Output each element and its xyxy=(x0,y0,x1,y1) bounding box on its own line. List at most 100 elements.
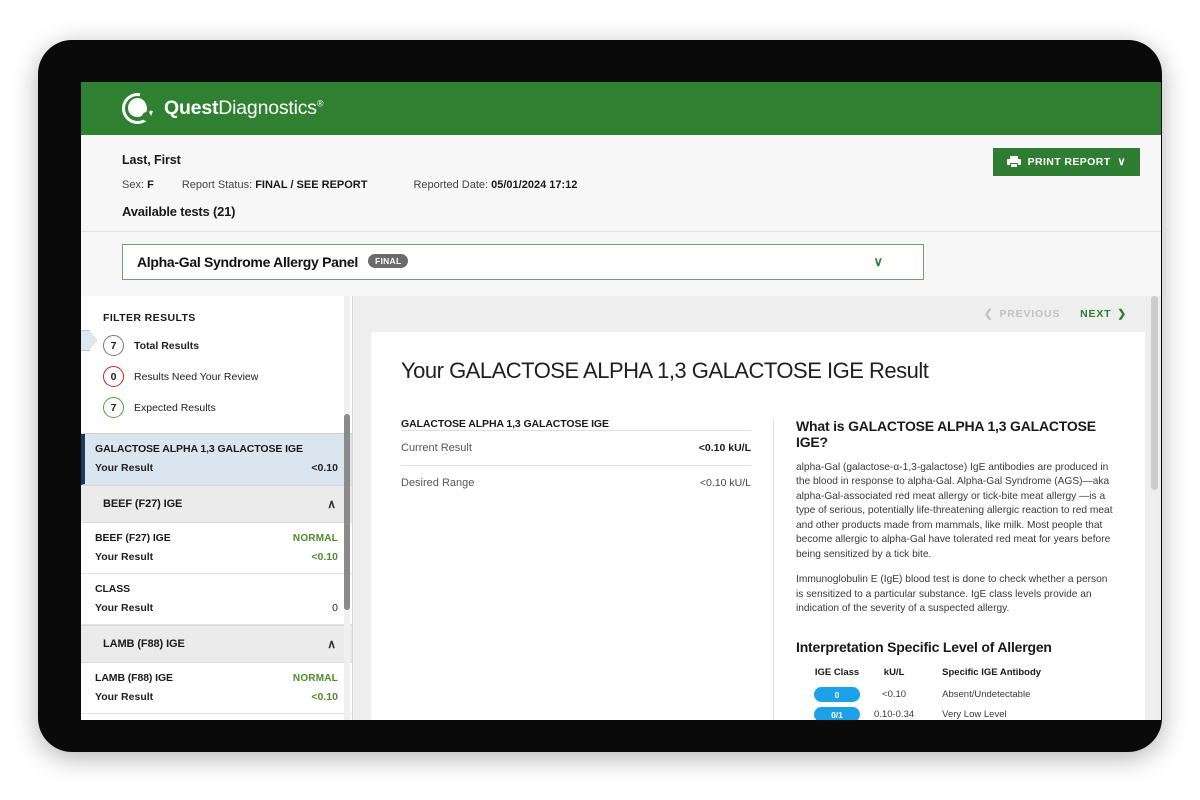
status-value: FINAL / SEE REPORT xyxy=(255,179,367,191)
col-kul: kU/L xyxy=(860,667,928,685)
ige-class-cell: 0/1 xyxy=(814,705,860,720)
reported-label: Reported Date: xyxy=(413,179,488,191)
filter-results-header: FILTER RESULTS xyxy=(81,296,352,330)
patient-sex: Sex: F xyxy=(122,179,154,191)
next-label: NEXT xyxy=(1080,308,1111,320)
body-columns: FILTER RESULTS 7 Total Results 0 Results… xyxy=(81,296,1161,720)
chevron-right-icon: ❯ xyxy=(1117,308,1127,320)
desired-range-row: Desired Range <0.10 kU/L xyxy=(401,465,751,500)
table-row: 0<0.10Absent/Undetectable xyxy=(814,685,1041,705)
row-label: Current Result xyxy=(401,442,472,454)
brand-trademark: ® xyxy=(317,99,323,109)
status-label: Report Status: xyxy=(182,179,252,191)
available-tests-label: Available tests (21) xyxy=(122,204,1120,219)
result-name: GALACTOSE ALPHA 1,3 GALACTOSE IGE xyxy=(95,443,338,455)
interpretation-heading: Interpretation Specific Level of Allerge… xyxy=(796,639,1115,655)
info-paragraph-1: alpha-Gal (galactose-α-1,3-galactose) Ig… xyxy=(796,461,1115,562)
quest-logo-icon xyxy=(122,93,153,124)
brand-header: QuestDiagnostics® xyxy=(81,82,1161,135)
class-badge: 0/1 xyxy=(814,707,860,720)
panel-status-badge: FINAL xyxy=(368,254,409,268)
chevron-down-icon: ∨ xyxy=(1118,157,1126,168)
row-value: <0.10 kU/L xyxy=(700,477,751,489)
result-info-column: What is GALACTOSE ALPHA 1,3 GALACTOSE IG… xyxy=(773,418,1115,720)
panel-select-title: Alpha-Gal Syndrome Allergy Panel xyxy=(137,254,358,270)
panel-select-dropdown[interactable]: Alpha-Gal Syndrome Allergy Panel FINAL ∨ xyxy=(122,244,924,280)
chevron-up-icon: ∧ xyxy=(327,497,336,511)
filter-count-badge: 7 xyxy=(103,335,124,356)
sidebar-result-lamb-class[interactable]: CLASS xyxy=(81,714,352,720)
sidebar-scrollbar-thumb[interactable] xyxy=(344,414,350,610)
sidebar-group-lamb[interactable]: LAMB (F88) IGE ∧ xyxy=(81,625,352,663)
sidebar-result-galactose[interactable]: GALACTOSE ALPHA 1,3 GALACTOSE IGE Your R… xyxy=(81,434,352,485)
patient-meta-strip: Last, First Sex: F Report Status: FINAL … xyxy=(81,135,1161,232)
brand-wordmark: QuestDiagnostics® xyxy=(164,97,323,120)
sidebar-group-beef[interactable]: BEEF (F27) IGE ∧ xyxy=(81,485,352,523)
table-row: 0/10.10-0.34Very Low Level xyxy=(814,705,1041,720)
info-heading: What is GALACTOSE ALPHA 1,3 GALACTOSE IG… xyxy=(796,418,1115,450)
result-value: <0.10 xyxy=(311,462,338,474)
kul-cell: 0.10-0.34 xyxy=(860,705,928,720)
filter-count-badge: 0 xyxy=(103,366,124,387)
panel-select-wrap: Alpha-Gal Syndrome Allergy Panel FINAL ∨ xyxy=(81,232,1161,296)
result-key: Your Result xyxy=(95,602,153,614)
sidebar-result-lamb[interactable]: LAMB (F88) IGE NORMAL Your Result <0.10 xyxy=(81,663,352,714)
filter-total-results[interactable]: 7 Total Results xyxy=(81,330,352,361)
reported-value: 05/01/2024 17:12 xyxy=(491,179,577,191)
device-bezel: QuestDiagnostics® Last, First Sex: F Rep… xyxy=(38,40,1162,752)
brand-name-light: Diagnostics xyxy=(218,97,317,119)
result-key: Your Result xyxy=(95,462,153,474)
col-antibody: Specific IGE Antibody xyxy=(928,667,1041,685)
results-sidebar: FILTER RESULTS 7 Total Results 0 Results… xyxy=(81,296,353,720)
patient-name: Last, First xyxy=(122,153,1120,167)
col-ige-class: IGE Class xyxy=(814,667,860,685)
row-value: <0.10 kU/L xyxy=(699,442,751,454)
antibody-cell: Very Low Level xyxy=(928,705,1041,720)
filter-label: Expected Results xyxy=(134,402,216,414)
print-report-label: PRINT REPORT xyxy=(1028,156,1111,168)
row-label: Desired Range xyxy=(401,477,474,489)
pagination-controls: ❮ PREVIOUS NEXT ❯ xyxy=(371,296,1145,332)
sidebar-result-beef-class[interactable]: CLASS Your Result 0 xyxy=(81,574,352,625)
class-badge: 0 xyxy=(814,687,860,702)
result-block-title: GALACTOSE ALPHA 1,3 GALACTOSE IGE xyxy=(401,418,751,430)
status-badge: NORMAL xyxy=(293,673,338,684)
result-name: CLASS xyxy=(95,583,338,595)
print-report-button[interactable]: PRINT REPORT ∨ xyxy=(993,148,1140,176)
reported-date: Reported Date: 05/01/2024 17:12 xyxy=(413,179,577,191)
ige-class-cell: 0 xyxy=(814,685,860,705)
previous-label: PREVIOUS xyxy=(1000,308,1061,320)
result-value: 0 xyxy=(332,602,338,614)
page-title: Your GALACTOSE ALPHA 1,3 GALACTOSE IGE R… xyxy=(401,358,1115,384)
filter-expected-results[interactable]: 7 Expected Results xyxy=(81,392,352,423)
brand-name-bold: Quest xyxy=(164,97,218,119)
filter-count-badge: 7 xyxy=(103,397,124,418)
info-paragraph-2: Immunoglobulin E (IgE) blood test is don… xyxy=(796,573,1115,616)
group-title: BEEF (F27) IGE xyxy=(103,498,182,510)
next-result-button[interactable]: NEXT ❯ xyxy=(1080,308,1127,320)
patient-detail-line: Sex: F Report Status: FINAL / SEE REPORT… xyxy=(122,179,1120,191)
kul-cell: <0.10 xyxy=(860,685,928,705)
current-result-row: Current Result <0.10 kU/L xyxy=(401,430,751,465)
table-header-row: IGE Class kU/L Specific IGE Antibody xyxy=(814,667,1041,685)
result-key: Your Result xyxy=(95,691,153,703)
result-value: <0.10 xyxy=(311,551,338,563)
sex-label: Sex: xyxy=(122,179,144,191)
ige-class-table: IGE Class kU/L Specific IGE Antibody 0<0… xyxy=(814,667,1041,720)
filter-needs-review[interactable]: 0 Results Need Your Review xyxy=(81,361,352,392)
sex-value: F xyxy=(147,179,154,191)
result-name: BEEF (F27) IGE xyxy=(95,532,171,544)
chevron-up-icon: ∧ xyxy=(327,637,336,651)
main-content: ❮ PREVIOUS NEXT ❯ Your GALACTOSE ALPHA 1… xyxy=(353,296,1161,720)
app-screen: QuestDiagnostics® Last, First Sex: F Rep… xyxy=(81,82,1161,720)
main-scrollbar-thumb[interactable] xyxy=(1151,296,1158,490)
result-key: Your Result xyxy=(95,551,153,563)
report-status: Report Status: FINAL / SEE REPORT xyxy=(182,179,368,191)
filter-label: Total Results xyxy=(134,340,199,352)
result-name: LAMB (F88) IGE xyxy=(95,672,173,684)
printer-icon xyxy=(1007,156,1021,168)
chevron-left-icon: ❮ xyxy=(984,308,994,320)
previous-result-button[interactable]: ❮ PREVIOUS xyxy=(984,308,1060,320)
sidebar-result-beef[interactable]: BEEF (F27) IGE NORMAL Your Result <0.10 xyxy=(81,523,352,574)
result-value: <0.10 xyxy=(311,691,338,703)
